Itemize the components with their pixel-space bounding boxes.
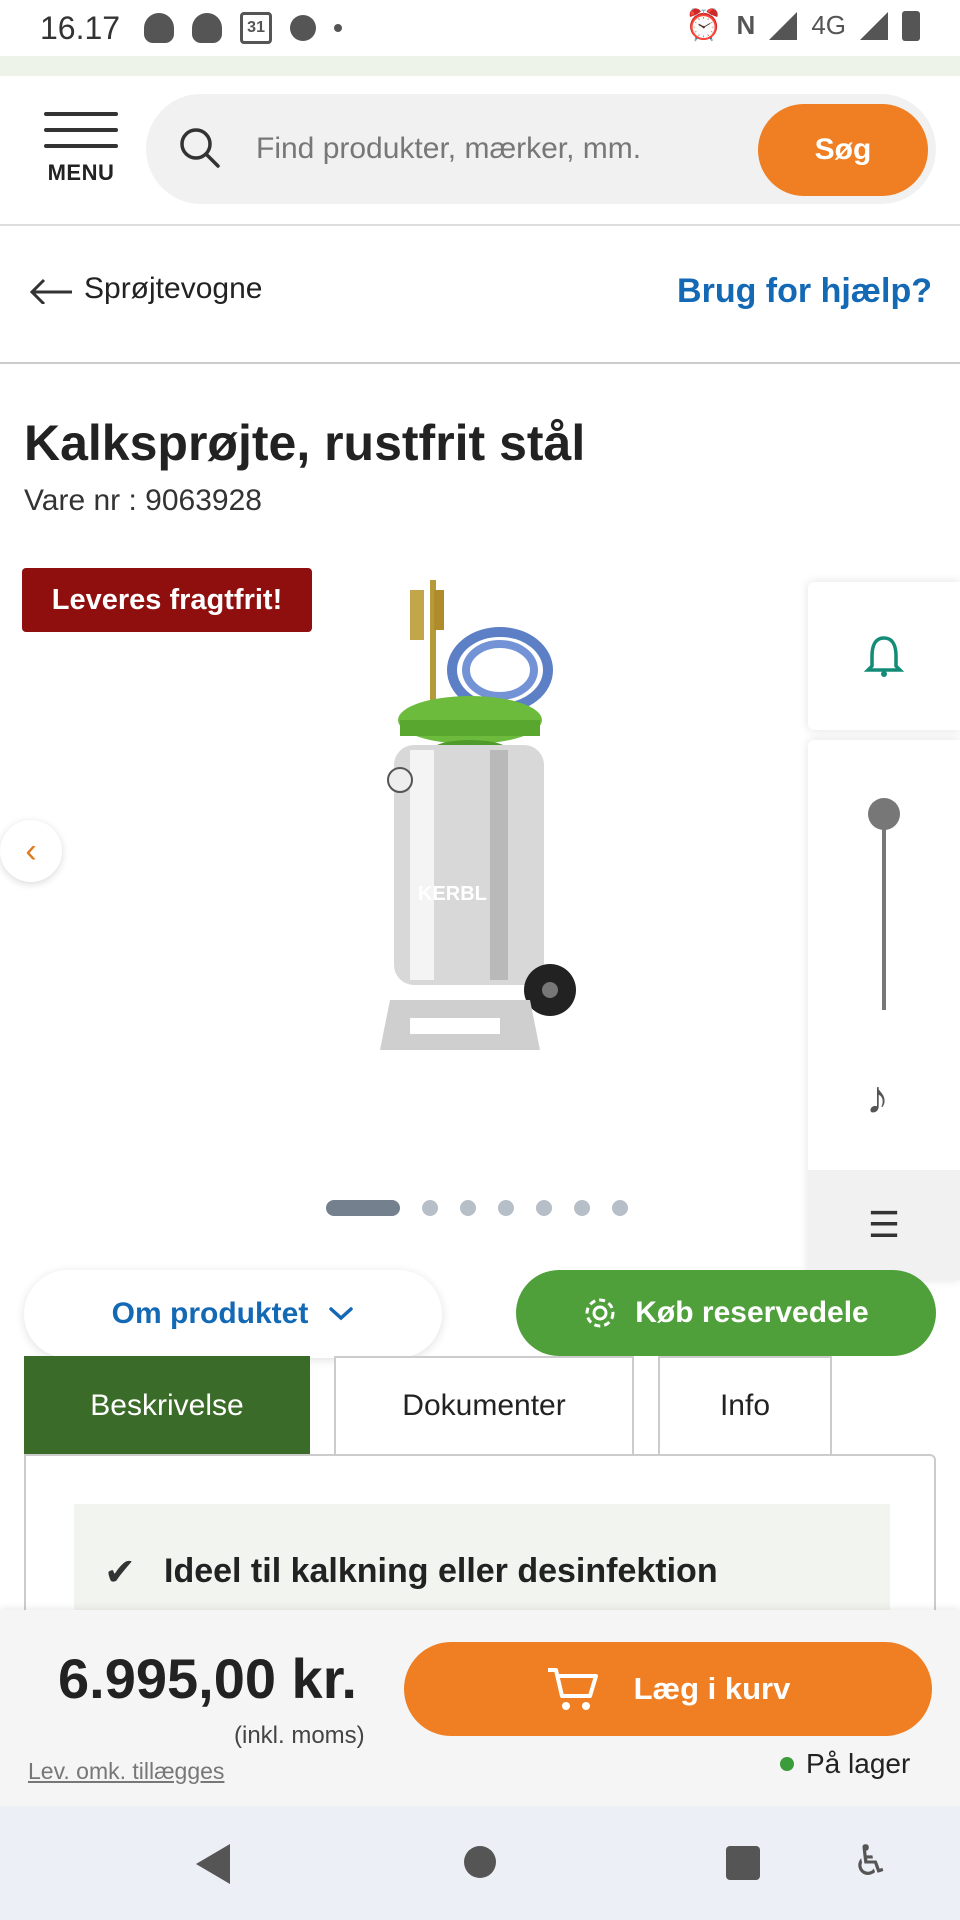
breadcrumb[interactable]: Sprøjtevogne — [28, 272, 262, 306]
buy-spare-parts-button[interactable]: Køb reservedele — [516, 1270, 936, 1356]
breadcrumb-bar: Sprøjtevogne Brug for hjælp? — [0, 226, 960, 364]
product-tabs: Beskrivelse Dokumenter Info — [24, 1356, 832, 1454]
gear-icon — [585, 1298, 615, 1328]
feature-text: Ideel til kalkning eller desinfektion — [164, 1552, 718, 1590]
tab-documents[interactable]: Dokumenter — [334, 1356, 634, 1454]
signal-icon — [769, 11, 798, 40]
notification-icons: 31 — [144, 12, 343, 44]
accessibility-icon[interactable]: ♿ — [852, 1836, 890, 1885]
vat-note: (inkl. moms) — [234, 1722, 365, 1749]
stock-label: På lager — [806, 1748, 911, 1779]
product-image[interactable]: KERBL — [370, 580, 600, 1080]
product-sku: Vare nr : 9063928 — [24, 484, 262, 517]
about-product-button[interactable]: Om produktet — [24, 1270, 442, 1358]
system-icons: ⏰ N 4G — [685, 8, 920, 43]
volume-slider-knob[interactable] — [868, 798, 900, 830]
nav-back-icon[interactable] — [196, 1844, 230, 1884]
app-notification-icon — [290, 15, 317, 41]
carousel-dot[interactable] — [422, 1200, 438, 1216]
cart-icon — [547, 1668, 598, 1710]
music-note-icon[interactable]: ♪ — [866, 1070, 889, 1124]
hamburger-icon — [44, 112, 118, 148]
product-title: Kalksprøjte, rustfrit stål — [24, 415, 586, 471]
breadcrumb-label: Sprøjtevogne — [84, 272, 263, 305]
status-time: 16.17 — [40, 9, 121, 46]
stock-status: På lager — [780, 1748, 910, 1780]
menu-button[interactable]: MENU — [44, 112, 118, 186]
carousel-dot[interactable] — [536, 1200, 552, 1216]
media-control-panel: ♪ ☰ — [808, 740, 960, 1280]
stock-dot-icon — [780, 1757, 794, 1771]
free-shipping-badge: Leveres fragtfrit! — [22, 568, 312, 632]
bell-icon — [864, 636, 904, 677]
about-product-label: Om produktet — [111, 1297, 309, 1330]
menu-label: MENU — [47, 160, 115, 185]
carousel-dot[interactable] — [498, 1200, 514, 1216]
chevron-down-icon — [329, 1307, 354, 1321]
help-link[interactable]: Brug for hjælp? — [677, 272, 932, 311]
search-bar: Søg — [146, 94, 936, 204]
search-input[interactable] — [256, 94, 776, 204]
status-bar: 16.17 31 ⏰ N 4G — [0, 0, 960, 56]
carousel-dot[interactable] — [574, 1200, 590, 1216]
top-strip — [0, 56, 960, 76]
settings-sliders-icon[interactable]: ☰ — [808, 1170, 960, 1280]
carousel-dot-active[interactable] — [326, 1200, 400, 1216]
add-to-cart-button[interactable]: Læg i kurv — [404, 1642, 932, 1736]
add-to-cart-label: Læg i kurv — [633, 1671, 791, 1706]
nav-recents-icon[interactable] — [726, 1846, 760, 1880]
network-type: 4G — [811, 10, 846, 40]
tab-info[interactable]: Info — [658, 1356, 832, 1454]
nav-home-icon[interactable] — [464, 1846, 496, 1878]
search-button[interactable]: Søg — [758, 104, 928, 196]
site-header: MENU Søg — [0, 76, 960, 226]
price: 6.995,00 kr. — [58, 1647, 357, 1710]
snapchat-icon-2 — [192, 13, 223, 43]
calendar-icon: 31 — [240, 12, 273, 44]
more-notifications-icon — [334, 24, 343, 32]
signal-icon-2 — [860, 11, 888, 40]
arrow-left-icon — [29, 278, 72, 304]
tab-description[interactable]: Beskrivelse — [24, 1356, 310, 1454]
battery-icon — [902, 10, 920, 41]
purchase-bar: 6.995,00 kr. (inkl. moms) Lev. omk. till… — [0, 1610, 960, 1806]
carousel-dot[interactable] — [460, 1200, 476, 1216]
system-nav-bar: ♿ — [0, 1806, 960, 1920]
brand-label: KERBL — [418, 883, 487, 905]
carousel-prev-button[interactable]: ‹ — [0, 820, 62, 882]
buy-spare-parts-label: Køb reservedele — [635, 1296, 869, 1329]
carousel-indicators — [326, 1200, 628, 1216]
notification-panel[interactable] — [808, 582, 960, 730]
carousel-dot[interactable] — [612, 1200, 628, 1216]
checkmark-icon: ✔ — [104, 1552, 136, 1594]
snapchat-icon — [144, 13, 175, 43]
alarm-icon: ⏰ — [685, 9, 723, 42]
search-icon — [180, 128, 220, 168]
volume-slider-track[interactable] — [882, 810, 886, 1010]
delivery-cost-link[interactable]: Lev. omk. tillægges — [28, 1758, 224, 1785]
nfc-icon: N — [736, 10, 756, 40]
